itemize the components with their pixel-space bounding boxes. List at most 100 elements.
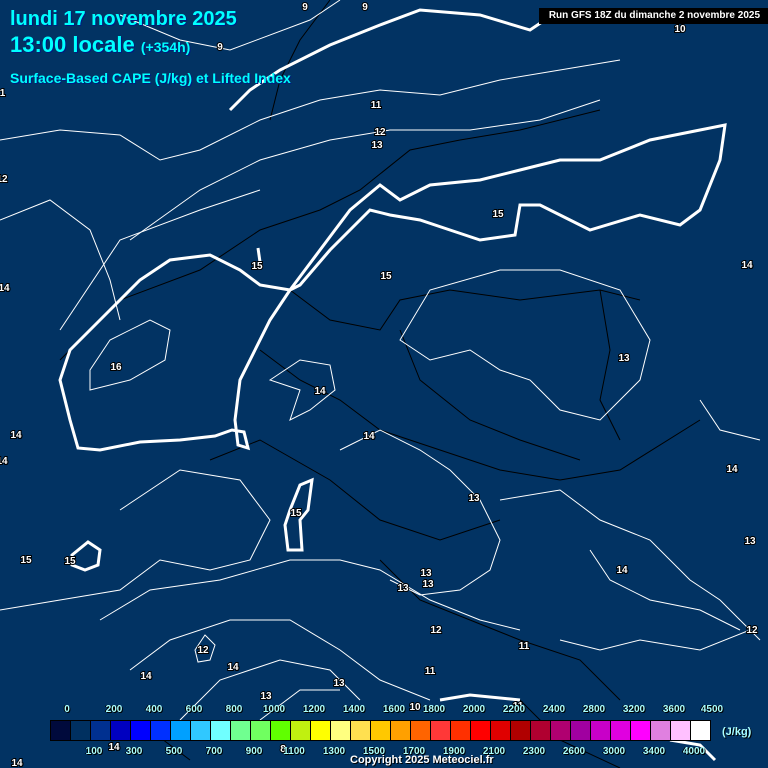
legend-swatch <box>591 721 611 740</box>
contour-label: 11 <box>0 88 6 99</box>
contour-label: 14 <box>0 283 10 294</box>
legend-bottom-label: 4000 <box>682 746 706 757</box>
contour-label: 9 <box>217 42 223 53</box>
legend-bottom-label: 3400 <box>642 746 666 757</box>
contour-label: 14 <box>314 386 326 397</box>
contour-label: 10 <box>674 24 686 35</box>
copyright: Copyright 2025 Meteociel.fr <box>350 754 494 766</box>
contour-label: 15 <box>20 555 32 566</box>
contour-label: 14 <box>741 260 753 271</box>
legend-bottom-label: 1100 <box>283 746 305 757</box>
legend-swatch <box>311 721 331 740</box>
contour-label: 14 <box>363 431 375 442</box>
map-canvas: 9 9911121315151516141414141314131515 15131… <box>0 0 761 768</box>
legend-swatch <box>251 721 271 740</box>
legend-top-label: 2800 <box>582 704 606 715</box>
legend-top-label: 2200 <box>502 704 526 715</box>
legend-swatch <box>631 721 651 740</box>
contour-label: 9 <box>362 2 368 13</box>
contour-label: 13 <box>333 678 345 689</box>
legend-swatch <box>371 721 391 740</box>
legend-top-label: 800 <box>225 704 243 715</box>
legend-top-label: 1400 <box>342 704 366 715</box>
legend-swatch <box>91 721 111 740</box>
legend-swatch <box>651 721 671 740</box>
contour-label: 14 <box>227 662 239 673</box>
contour-label: 15 <box>290 508 302 519</box>
legend-top-label: 2400 <box>542 704 566 715</box>
legend-unit: (J/kg) <box>722 726 752 738</box>
legend-top-label: 1000 <box>262 704 286 715</box>
legend-swatch <box>51 721 71 740</box>
legend-bottom-label: 900 <box>245 746 263 757</box>
legend-swatch <box>211 721 231 740</box>
local-time: 13:00 locale <box>10 32 135 57</box>
contour-label: 11 <box>371 100 382 111</box>
legend-swatch <box>231 721 251 740</box>
contour-label: 13 <box>744 536 756 547</box>
legend-swatch <box>411 721 431 740</box>
contour-label: 15 <box>492 209 504 220</box>
legend-swatch <box>351 721 371 740</box>
contour-label: 11 <box>425 666 436 677</box>
legend-bottom-label: 100 <box>85 746 103 757</box>
legend-swatch <box>531 721 551 740</box>
legend-swatch <box>431 721 451 740</box>
legend-top-label: 1200 <box>302 704 326 715</box>
legend-top-label: 2000 <box>462 704 486 715</box>
contour-label: 12 <box>0 174 8 185</box>
contour-label: 13 <box>260 691 272 702</box>
contour-label: 13 <box>618 353 630 364</box>
legend-swatch <box>111 721 131 740</box>
legend-top-label: 3600 <box>662 704 686 715</box>
legend-swatch <box>451 721 471 740</box>
legend-bottom-label: 2600 <box>562 746 586 757</box>
contour-label: 15 <box>251 261 263 272</box>
lead-time: (+354h) <box>140 39 191 55</box>
contour-label: 16 <box>110 362 122 373</box>
contour-label: 14 <box>0 456 8 467</box>
legend-bottom-label: 300 <box>125 746 143 757</box>
contour-label: 13 <box>420 568 432 579</box>
run-label: Run GFS 18Z du dimanche 2 novembre 2025 <box>538 8 768 24</box>
contour-label: 14 <box>616 565 628 576</box>
forecast-date: lundi 17 novembre 2025 <box>10 8 237 30</box>
legend-swatch <box>491 721 511 740</box>
legend-swatch <box>71 721 91 740</box>
contour-label: 10 <box>409 702 421 713</box>
legend-swatch <box>471 721 491 740</box>
legend-top-label: 200 <box>105 704 123 715</box>
legend-swatch <box>391 721 411 740</box>
contour-label: 14 <box>10 430 22 441</box>
contour-label: 15 <box>64 556 76 567</box>
legend-swatch <box>291 721 311 740</box>
contour-label: 13 <box>422 579 434 590</box>
contour-label: 12 <box>197 645 209 656</box>
parameter-title: Surface-Based CAPE (J/kg) et Lifted Inde… <box>10 70 291 86</box>
legend-bottom-label: 2300 <box>522 746 546 757</box>
legend-swatch <box>611 721 631 740</box>
legend-swatch <box>271 721 291 740</box>
legend-bottom-label: 500 <box>165 746 183 757</box>
contour-label: 14 <box>11 758 23 768</box>
legend-swatch <box>691 721 710 740</box>
borders <box>59 0 701 768</box>
legend-swatch <box>511 721 531 740</box>
legend-top-label: 1800 <box>422 704 446 715</box>
contour-label: 12 <box>374 127 386 138</box>
legend-bottom-label: 700 <box>205 746 223 757</box>
contour-label: 13 <box>468 493 480 504</box>
contour-label: 12 <box>746 625 758 636</box>
cape-legend <box>50 720 711 741</box>
contour-label: 11 <box>519 641 530 652</box>
legend-top-label: 400 <box>145 704 163 715</box>
legend-bottom-label: 1300 <box>322 746 346 757</box>
legend-top-label: 3200 <box>622 704 646 715</box>
contour-label: 15 <box>380 271 392 282</box>
legend-top-label: 600 <box>185 704 203 715</box>
legend-swatch <box>671 721 691 740</box>
contour-label: 12 <box>430 625 442 636</box>
legend-top-label: 1600 <box>382 704 406 715</box>
contour-label: 14 <box>140 671 152 682</box>
legend-top-label: 4500 <box>700 704 724 715</box>
